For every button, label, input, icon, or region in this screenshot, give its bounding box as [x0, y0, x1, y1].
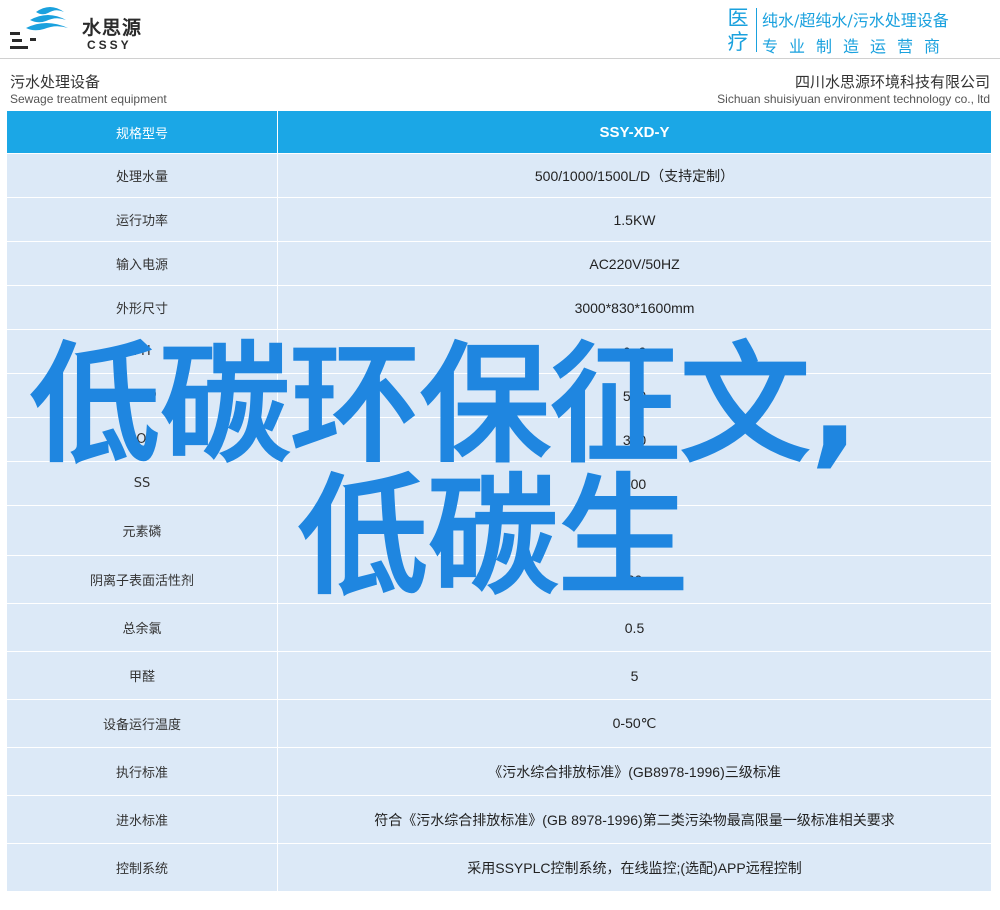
spec-label: COD	[6, 373, 278, 418]
table-header-row: 规格型号 SSY-XD-Y	[6, 110, 992, 154]
spec-label: 进水标准	[6, 795, 278, 844]
company-logo[interactable]: 水思源 CSSY	[10, 4, 150, 54]
table-row: 外形尺寸 3000*830*1600mm	[6, 285, 992, 330]
spec-value: 采用SSYPLC控制系统，在线监控;(选配)APP远程控制	[277, 843, 992, 892]
spec-label: PH	[6, 329, 278, 374]
spec-value: 5	[277, 651, 992, 700]
spec-label: 执行标准	[6, 747, 278, 796]
spec-label: 输入电源	[6, 241, 278, 286]
table-header-label: 规格型号	[6, 110, 278, 154]
spec-value: 500	[277, 373, 992, 418]
table-row: 执行标准 《污水综合排放标准》(GB8978-1996)三级标准	[6, 747, 992, 796]
product-category-cn: 污水处理设备	[10, 73, 101, 91]
table-row: SS 400	[6, 461, 992, 506]
spec-label: SS	[6, 461, 278, 506]
table-row: PH 6~9	[6, 329, 992, 374]
spec-label: 运行功率	[6, 197, 278, 242]
product-category-en: Sewage treatment equipment	[10, 92, 167, 106]
spec-label: 控制系统	[6, 843, 278, 892]
specification-table: 规格型号 SSY-XD-Y 处理水量 500/1000/1500L/D（支持定制…	[6, 110, 992, 892]
spec-value	[277, 505, 992, 556]
spec-value: 1.5KW	[277, 197, 992, 242]
table-row: 输入电源 AC220V/50HZ	[6, 241, 992, 286]
slogan-category-char-1: 医	[727, 6, 749, 30]
spec-value: 《污水综合排放标准》(GB8978-1996)三级标准	[277, 747, 992, 796]
spec-value: 400	[277, 461, 992, 506]
spec-value: 0-50℃	[277, 699, 992, 748]
table-row: 甲醛 5	[6, 651, 992, 700]
spec-value: 500/1000/1500L/D（支持定制）	[277, 153, 992, 198]
company-name-en: Sichuan shuisiyuan environment technolog…	[717, 92, 990, 106]
logo-english-name: CSSY	[87, 38, 132, 52]
header-divider	[0, 58, 1000, 59]
banner-divider	[756, 8, 757, 52]
table-row: 总余氯 0.5	[6, 603, 992, 652]
table-row: 设备运行温度 0-50℃	[6, 699, 992, 748]
logo-chinese-name: 水思源	[82, 17, 143, 39]
spec-label: 总余氯	[6, 603, 278, 652]
spec-value: 0.5	[277, 603, 992, 652]
spec-label: 甲醛	[6, 651, 278, 700]
spec-value: 6~9	[277, 329, 992, 374]
spec-label: 设备运行温度	[6, 699, 278, 748]
spec-label: 阴离子表面活性剂	[6, 555, 278, 604]
table-row: 阴离子表面活性剂 20	[6, 555, 992, 604]
spec-label: BOD	[6, 417, 278, 462]
slogan-category-char-2: 疗	[727, 30, 749, 54]
product-category: 污水处理设备 Sewage treatment equipment	[10, 73, 167, 107]
slogan-products: 纯水/超纯水/污水处理设备	[762, 11, 949, 30]
table-row: COD 500	[6, 373, 992, 418]
spec-value: 300	[277, 417, 992, 462]
table-row: 控制系统 采用SSYPLC控制系统，在线监控;(选配)APP远程控制	[6, 843, 992, 892]
slogan-category: 医 疗	[724, 6, 752, 54]
spec-value: AC220V/50HZ	[277, 241, 992, 286]
spec-value: 符合《污水综合排放标准》(GB 8978-1996)第二类污染物最高限量一级标准…	[277, 795, 992, 844]
company-name: 四川水思源环境科技有限公司 Sichuan shuisiyuan environ…	[717, 73, 990, 107]
water-waves-logo-icon	[10, 7, 68, 49]
spec-label: 外形尺寸	[6, 285, 278, 330]
table-row: BOD 300	[6, 417, 992, 462]
spec-label: 元素磷	[6, 505, 278, 556]
slogan-banner: 医 疗 纯水/超纯水/污水处理设备 专业制造运营商	[724, 6, 1000, 56]
table-row: 进水标准 符合《污水综合排放标准》(GB 8978-1996)第二类污染物最高限…	[6, 795, 992, 844]
spec-value: 3000*830*1600mm	[277, 285, 992, 330]
table-row: 运行功率 1.5KW	[6, 197, 992, 242]
table-row: 元素磷	[6, 505, 992, 556]
spec-label: 处理水量	[6, 153, 278, 198]
table-header-value: SSY-XD-Y	[277, 110, 992, 154]
company-name-cn: 四川水思源环境科技有限公司	[794, 73, 990, 91]
table-row: 处理水量 500/1000/1500L/D（支持定制）	[6, 153, 992, 198]
spec-value: 20	[277, 555, 992, 604]
slogan-tagline: 专业制造运营商	[762, 37, 952, 56]
